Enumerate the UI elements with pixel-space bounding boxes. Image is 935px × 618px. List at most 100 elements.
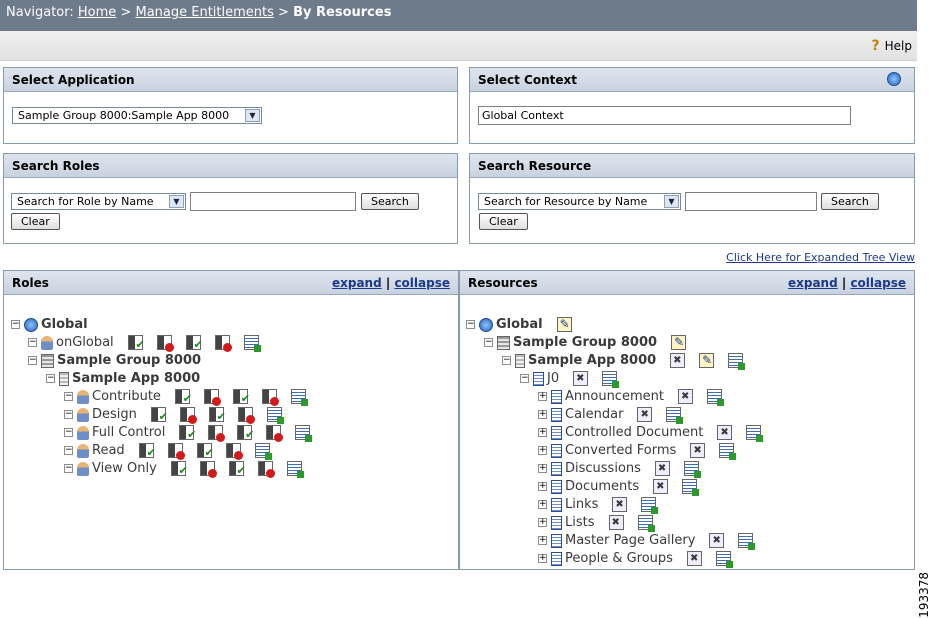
details-icon[interactable]	[637, 515, 655, 532]
deny-icon[interactable]	[199, 461, 217, 478]
policy-icon[interactable]	[573, 371, 589, 387]
role-search-button[interactable]: Search	[361, 193, 419, 210]
collapse-toggle-icon[interactable]: −	[484, 338, 493, 347]
details-icon[interactable]	[641, 497, 659, 514]
details-icon[interactable]	[295, 425, 313, 442]
tree-node-role[interactable]: − Full Control	[64, 425, 313, 443]
details-icon[interactable]	[706, 389, 724, 406]
grant-icon[interactable]	[185, 335, 203, 353]
tree-node-resource[interactable]: + Master Page Gallery	[538, 533, 756, 550]
expand-toggle-icon[interactable]: +	[538, 518, 547, 527]
context-field[interactable]: Global Context	[478, 106, 851, 125]
policy-icon[interactable]	[612, 497, 628, 513]
collapse-toggle-icon[interactable]: −	[46, 374, 55, 383]
details-icon[interactable]	[746, 425, 764, 442]
tree-node-j0[interactable]: − J0	[520, 371, 620, 388]
grant-icon[interactable]	[138, 443, 156, 461]
deny-icon[interactable]	[179, 407, 197, 424]
expand-toggle-icon[interactable]: +	[538, 536, 547, 545]
policy-icon[interactable]	[677, 389, 693, 405]
deny-icon[interactable]	[225, 443, 243, 460]
expand-toggle-icon[interactable]: +	[538, 554, 547, 563]
resource-search-button[interactable]: Search	[821, 193, 879, 210]
edit-icon[interactable]	[556, 316, 572, 332]
details-icon[interactable]	[243, 335, 261, 352]
tree-node-sample-app[interactable]: − Sample App 8000	[502, 352, 746, 370]
policy-icon[interactable]	[717, 425, 733, 441]
collapse-toggle-icon[interactable]: −	[520, 374, 529, 383]
expand-toggle-icon[interactable]: +	[538, 446, 547, 455]
expand-toggle-icon[interactable]: +	[538, 482, 547, 491]
resource-search-input[interactable]	[685, 192, 817, 211]
grant-icon[interactable]	[237, 425, 254, 443]
deny-icon[interactable]	[261, 389, 279, 406]
collapse-toggle-icon[interactable]: −	[28, 356, 37, 365]
policy-icon[interactable]	[690, 443, 706, 459]
policy-icon[interactable]	[608, 515, 624, 531]
deny-icon[interactable]	[167, 443, 185, 460]
deny-icon[interactable]	[203, 389, 221, 406]
tree-node-resource[interactable]: + Announcement	[538, 389, 724, 406]
tree-node-global[interactable]: − Global	[466, 316, 572, 333]
expand-toggle-icon[interactable]: +	[538, 464, 547, 473]
role-search-type-select[interactable]: Search for Role by Name ▼	[11, 193, 186, 210]
grant-icon[interactable]	[208, 407, 226, 425]
application-select[interactable]: Sample Group 8000:Sample App 8000 ▼	[12, 107, 262, 124]
tree-node-sample-app[interactable]: − Sample App 8000	[46, 371, 200, 387]
expanded-tree-view-link[interactable]: Click Here for Expanded Tree View	[726, 251, 915, 264]
tree-node-sample-group[interactable]: − Sample Group 8000	[484, 334, 687, 351]
tree-node-resource[interactable]: + Discussions	[538, 461, 701, 478]
policy-icon[interactable]	[637, 407, 653, 423]
collapse-toggle-icon[interactable]: −	[64, 464, 73, 473]
details-icon[interactable]	[715, 551, 733, 568]
grant-icon[interactable]	[232, 389, 250, 407]
tree-node-resource[interactable]: + Converted Forms	[538, 443, 737, 460]
tree-node-role[interactable]: − View Only	[64, 461, 304, 479]
collapse-toggle-icon[interactable]: −	[28, 338, 37, 347]
breadcrumb-manage-link[interactable]: Manage Entitlements	[135, 5, 273, 20]
collapse-toggle-icon[interactable]: −	[502, 356, 511, 365]
tree-node-resource[interactable]: + Calendar	[538, 407, 684, 424]
deny-icon[interactable]	[208, 425, 226, 442]
tree-node-resource[interactable]: + Documents	[538, 479, 700, 496]
edit-icon[interactable]	[699, 352, 715, 368]
tree-node-resource[interactable]: + Controlled Document	[538, 425, 764, 442]
breadcrumb-home-link[interactable]: Home	[78, 5, 116, 20]
details-icon[interactable]	[728, 353, 746, 370]
details-icon[interactable]	[602, 371, 620, 388]
details-icon[interactable]	[286, 461, 304, 478]
collapse-toggle-icon[interactable]: −	[64, 392, 73, 401]
collapse-toggle-icon[interactable]: −	[11, 320, 20, 329]
details-icon[interactable]	[266, 407, 284, 424]
role-clear-button[interactable]: Clear	[11, 213, 60, 230]
edit-icon[interactable]	[671, 334, 687, 350]
details-icon[interactable]	[719, 443, 737, 460]
context-globe-icon[interactable]	[887, 72, 901, 86]
deny-icon[interactable]	[257, 461, 275, 478]
collapse-toggle-icon[interactable]: −	[64, 446, 73, 455]
details-icon[interactable]	[254, 443, 272, 460]
grant-icon[interactable]	[127, 335, 145, 353]
policy-icon[interactable]	[686, 551, 702, 567]
deny-icon[interactable]	[214, 335, 232, 352]
grant-icon[interactable]	[174, 389, 192, 407]
tree-node-role[interactable]: − Read	[64, 443, 272, 461]
deny-icon[interactable]	[266, 425, 284, 442]
details-icon[interactable]	[683, 461, 701, 478]
expand-toggle-icon[interactable]: +	[538, 428, 547, 437]
tree-node-role[interactable]: − Contribute	[64, 389, 308, 407]
resource-clear-button[interactable]: Clear	[479, 213, 528, 230]
grant-icon[interactable]	[196, 443, 214, 461]
details-icon[interactable]	[682, 479, 700, 496]
expand-toggle-icon[interactable]: +	[538, 500, 547, 509]
collapse-toggle-icon[interactable]: −	[466, 320, 475, 329]
details-icon[interactable]	[738, 533, 756, 550]
collapse-toggle-icon[interactable]: −	[64, 410, 73, 419]
policy-icon[interactable]	[653, 479, 669, 495]
tree-node-resource[interactable]: + Lists	[538, 515, 655, 532]
policy-icon[interactable]	[670, 353, 686, 369]
role-search-input[interactable]	[190, 192, 356, 211]
deny-icon[interactable]	[237, 407, 255, 424]
grant-icon[interactable]	[228, 461, 246, 479]
tree-node-sample-group[interactable]: − Sample Group 8000	[28, 353, 201, 369]
